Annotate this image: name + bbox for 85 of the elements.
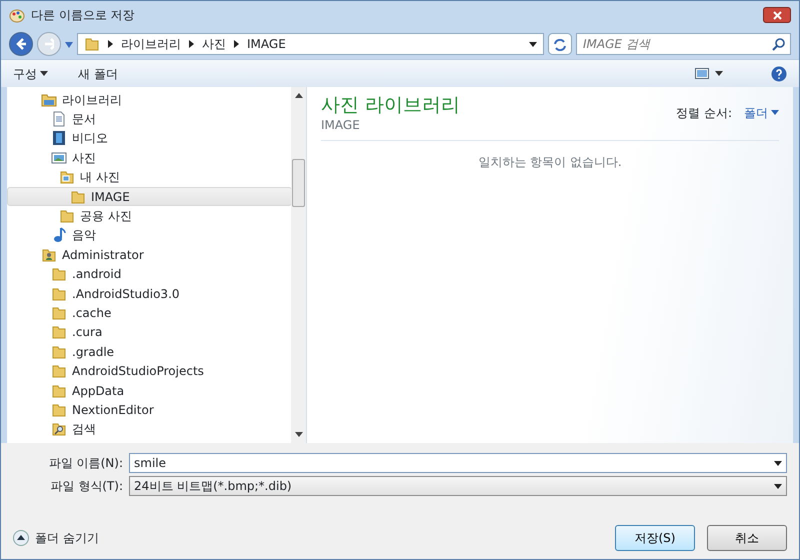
- caret-icon: [65, 42, 73, 48]
- tree-item[interactable]: Administrator: [7, 245, 292, 265]
- hide-folders-button[interactable]: 폴더 숨기기: [13, 529, 99, 547]
- breadcrumb-item[interactable]: 라이브러리: [121, 35, 181, 53]
- tree-item[interactable]: 음악: [7, 226, 292, 246]
- view-menu[interactable]: [695, 68, 723, 79]
- caret-icon: [774, 484, 782, 488]
- tree-item[interactable]: .android: [7, 264, 292, 284]
- back-button[interactable]: [9, 32, 33, 56]
- tree-item[interactable]: 라이브러리: [7, 90, 292, 110]
- window-title: 다른 이름으로 저장: [31, 7, 135, 24]
- close-icon: [772, 10, 782, 20]
- caret-icon: [715, 71, 723, 76]
- tree-item[interactable]: 문서: [7, 109, 292, 129]
- tree-item[interactable]: AndroidStudioProjects: [7, 361, 292, 381]
- film-icon: [51, 130, 67, 146]
- caret-icon: [774, 460, 782, 466]
- folder-icon: [51, 304, 67, 321]
- field-label: 파일 형식(T):: [49, 478, 123, 495]
- folder-icon: [59, 208, 75, 224]
- help-button[interactable]: [771, 64, 787, 82]
- tree-item[interactable]: IMAGE: [7, 186, 292, 206]
- chevron-icon: [189, 40, 194, 48]
- caret-icon: [529, 42, 537, 46]
- help-icon: [771, 66, 787, 82]
- back-arrow-icon: [16, 38, 26, 50]
- tree-item[interactable]: 비디오: [7, 128, 292, 148]
- scrollbar-thumb[interactable]: [292, 159, 305, 207]
- organize-menu[interactable]: 구성: [13, 64, 48, 82]
- caret-icon: [771, 110, 779, 116]
- sort-dropdown[interactable]: 폴더: [744, 104, 779, 122]
- folder-icon: [51, 266, 67, 282]
- library-title: 사진 라이브러리: [321, 95, 460, 116]
- tree-item[interactable]: .cura: [7, 322, 292, 342]
- refresh-button[interactable]: [548, 33, 572, 55]
- tree-item[interactable]: 공용 사진: [7, 206, 292, 226]
- picture-folder-icon: [59, 169, 75, 186]
- filetype-dropdown[interactable]: 24비트 비트맵(*.bmp;*.dib): [129, 476, 787, 496]
- new-folder-button[interactable]: 새 폴더: [78, 64, 118, 82]
- folder-icon: [84, 36, 100, 52]
- folder-icon: [51, 344, 67, 360]
- tree-item[interactable]: 사진: [7, 148, 292, 168]
- music-note-icon: [51, 227, 67, 244]
- caret-icon: [40, 71, 48, 76]
- cancel-button[interactable]: 취소: [707, 525, 787, 551]
- tree-item[interactable]: .gradle: [7, 342, 292, 362]
- scroll-down-icon[interactable]: [295, 432, 303, 437]
- breadcrumb-item[interactable]: 사진: [202, 35, 226, 53]
- folder-icon: [70, 188, 86, 205]
- tree-item[interactable]: .cache: [7, 303, 292, 323]
- forward-arrow-icon: [44, 38, 54, 50]
- tree-item[interactable]: 내 사진: [7, 168, 292, 187]
- scroll-up-icon[interactable]: [295, 93, 303, 98]
- user-folder-icon: [41, 246, 57, 263]
- folder-icon: [51, 324, 67, 340]
- tree-item[interactable]: 검색: [7, 420, 292, 440]
- tree-item[interactable]: NextionEditor: [7, 400, 292, 420]
- palette-icon: [9, 7, 25, 23]
- field-label: 파일 이름(N):: [48, 455, 123, 472]
- view-icon: [695, 68, 709, 79]
- search-folder-icon: [51, 421, 67, 438]
- save-button[interactable]: 저장(S): [615, 525, 695, 551]
- folder-icon: [51, 382, 67, 399]
- chevron-icon: [234, 40, 239, 48]
- filename-field[interactable]: smile: [129, 453, 787, 473]
- library-folder-icon: [41, 92, 57, 108]
- tree-item[interactable]: AppData: [7, 380, 292, 400]
- folder-icon: [51, 402, 67, 418]
- refresh-icon: [553, 38, 567, 51]
- search-icon: [772, 38, 785, 51]
- library-subtitle: IMAGE: [321, 116, 361, 134]
- empty-message: 일치하는 항목이 없습니다.: [477, 154, 623, 171]
- folder-icon: [51, 363, 67, 380]
- search-field[interactable]: IMAGE 검색: [576, 33, 791, 55]
- scrollbar[interactable]: [291, 87, 306, 443]
- collapse-icon: [13, 530, 29, 546]
- close-button[interactable]: [763, 7, 791, 23]
- picture-icon: [51, 150, 67, 166]
- tree-item[interactable]: .AndroidStudio3.0: [7, 284, 292, 304]
- sort-label: 정렬 순서:: [676, 104, 732, 122]
- address-bar[interactable]: 라이브러리 사진 IMAGE: [77, 33, 544, 55]
- document-icon: [51, 111, 67, 128]
- breadcrumb-item[interactable]: IMAGE: [247, 35, 286, 53]
- folder-icon: [51, 286, 67, 302]
- chevron-icon: [108, 40, 113, 48]
